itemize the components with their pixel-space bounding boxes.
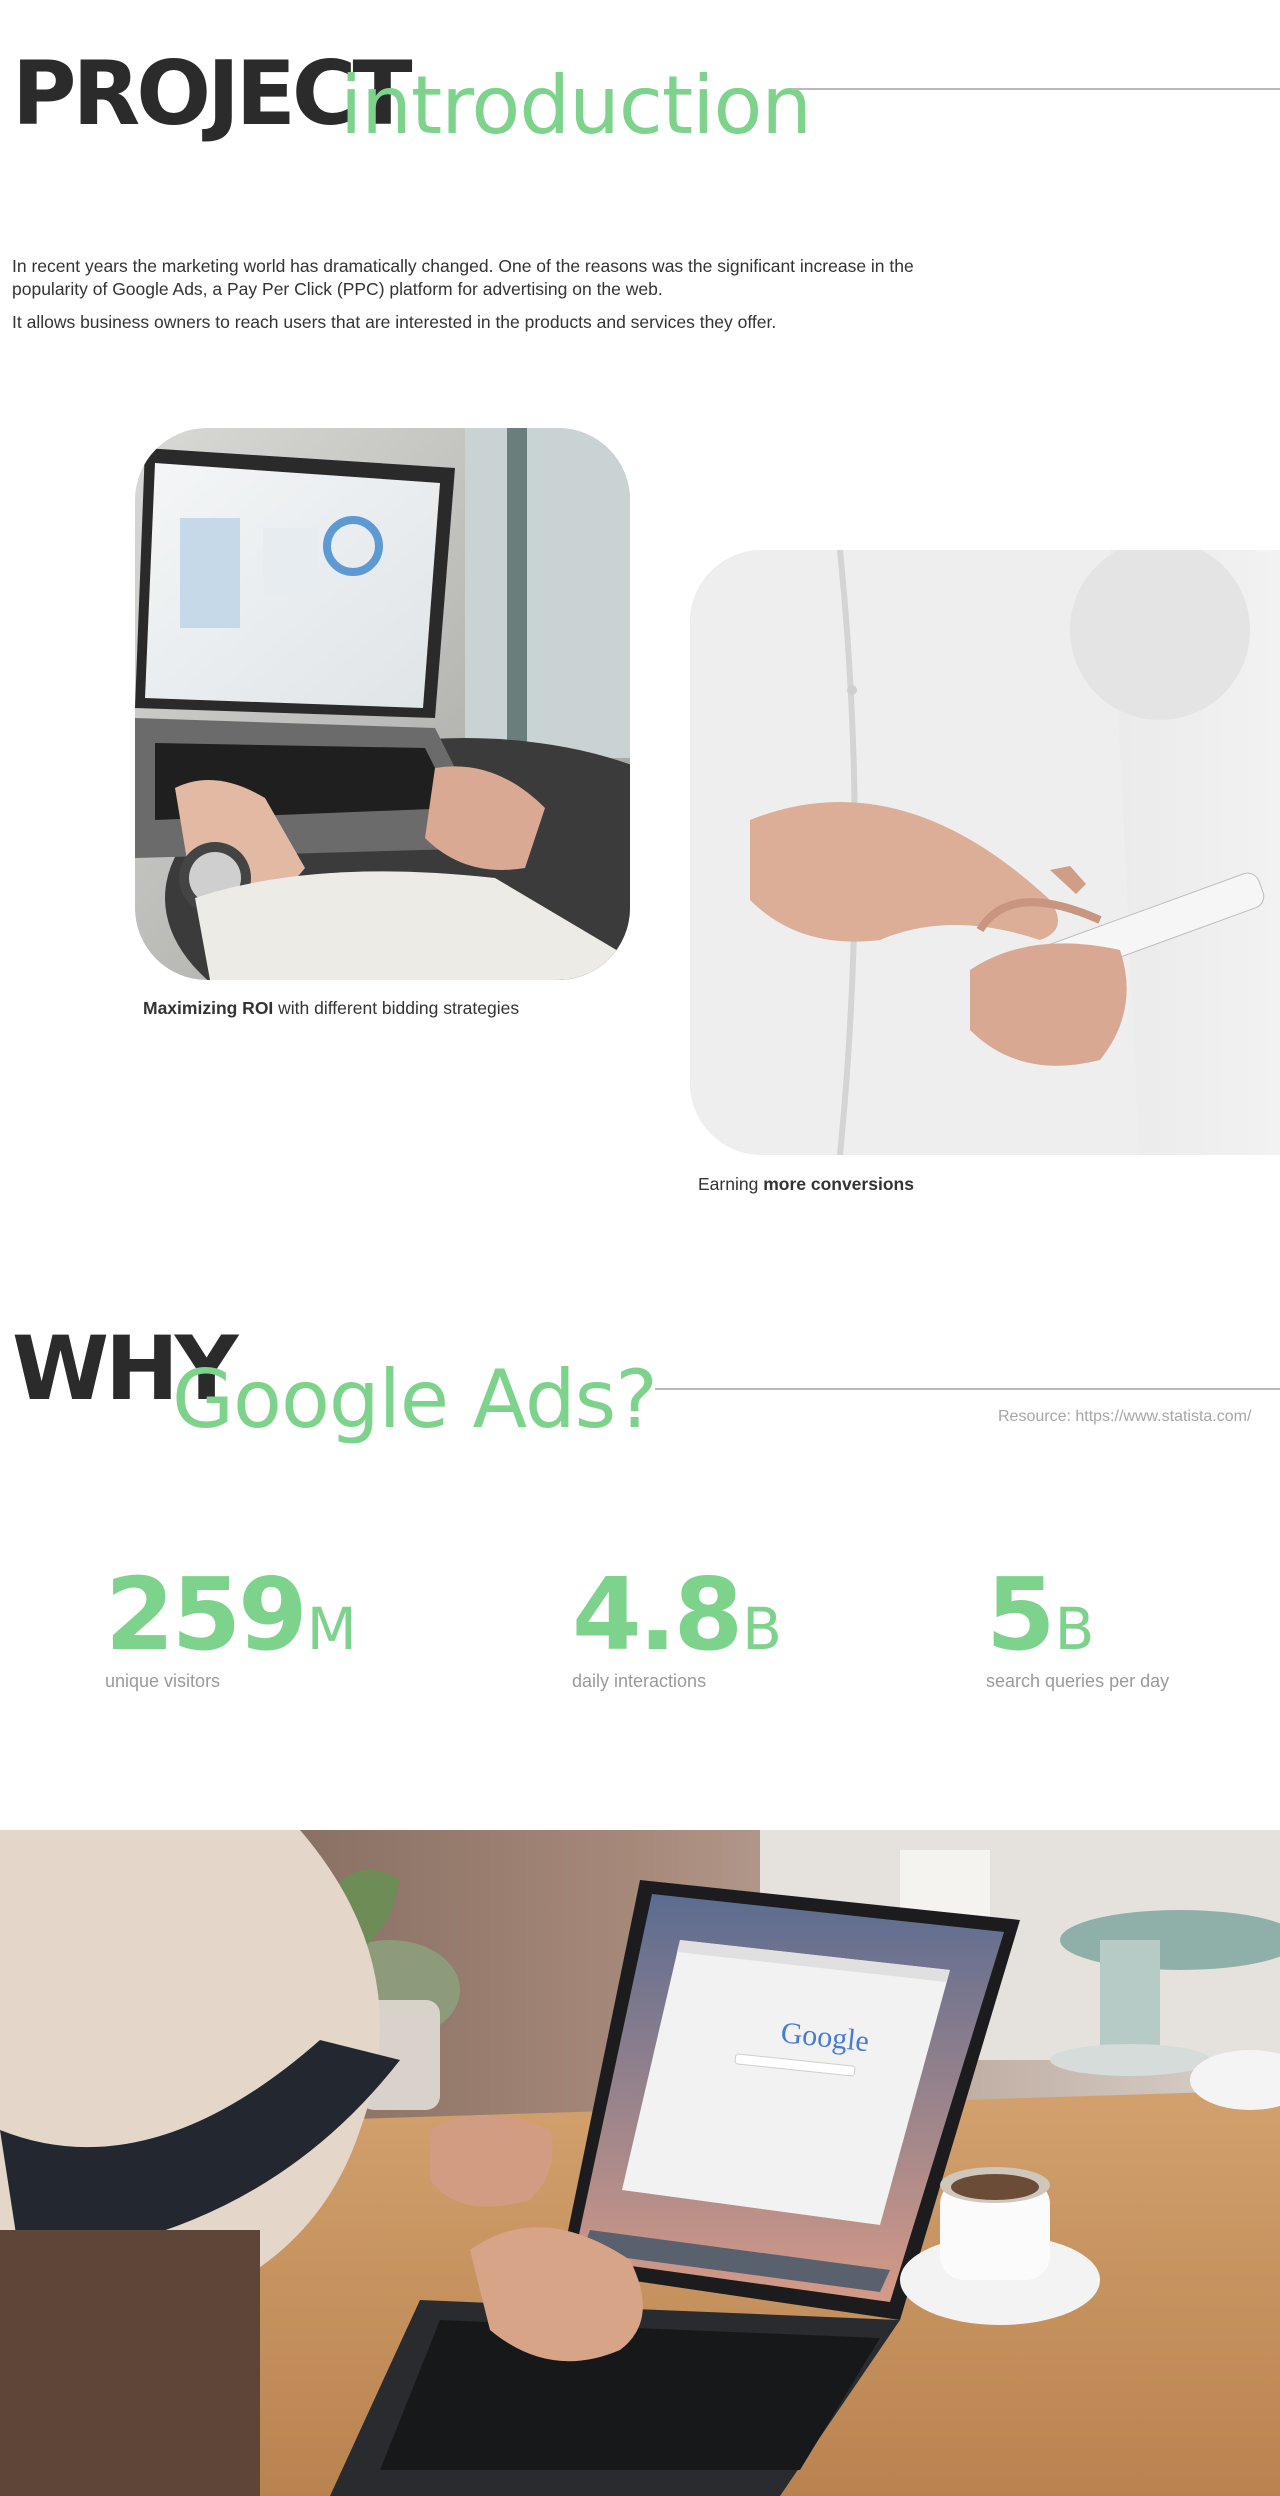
roi-caption-text: with different bidding strategies: [273, 998, 520, 1018]
stat-unit: B: [1054, 1595, 1095, 1663]
stat-number: 4.8: [572, 1556, 743, 1673]
intro-paragraph-1: In recent years the marketing world has …: [12, 256, 914, 299]
roi-caption: Maximizing ROI with different bidding st…: [143, 998, 519, 1019]
conversions-caption: Earning more conversions: [698, 1174, 914, 1195]
google-ads-heading: Google Ads?: [172, 1353, 658, 1446]
stat-label: unique visitors: [105, 1671, 221, 1691]
why-divider: [655, 1388, 1280, 1390]
stat-unit: B: [742, 1595, 782, 1663]
roi-caption-bold: Maximizing ROI: [143, 998, 274, 1018]
stat-unit: M: [306, 1595, 357, 1663]
stat-daily-interactions: 4.8B daily interactions: [572, 1565, 782, 1692]
resource-note: Resource: https://www.statista.com/: [998, 1408, 1252, 1425]
introduction-heading: introduction: [340, 59, 812, 152]
stat-label: search queries per day: [986, 1671, 1170, 1691]
laptop-analytics-photo: [135, 428, 630, 980]
stat-number: 5: [986, 1556, 1056, 1673]
phone-hands-photo: [690, 550, 1280, 1155]
intro-divider: [792, 88, 1280, 90]
stat-search-queries: 5B search queries per day: [986, 1565, 1169, 1692]
conversions-caption-text: Earning: [698, 1174, 764, 1194]
intro-paragraph-2: It allows business owners to reach users…: [12, 312, 777, 332]
conversions-caption-bold: more conversions: [763, 1174, 914, 1194]
stat-unique-visitors: 259M unique visitors: [105, 1565, 357, 1692]
intro-text: In recent years the marketing world has …: [12, 255, 952, 344]
laptop-google-photo: Google: [0, 1830, 1280, 2496]
stat-number: 259: [105, 1556, 308, 1673]
stat-label: daily interactions: [572, 1671, 707, 1691]
